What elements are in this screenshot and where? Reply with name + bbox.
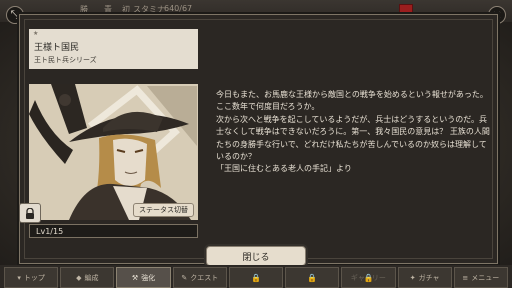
nav-label: 編成 [84,273,99,282]
nav-locked-2[interactable]: 🔒 [285,267,340,288]
card-name-plate: ★ 王様ト国民 王ト民ト兵シリーズ [29,29,198,69]
card-description: 今日もまた、お馬鹿な王様から敵国との戦争を始めるという報せがあった。ここ数年で何… [216,89,494,176]
rarity-star-icon: ★ [33,30,39,37]
top-icon: ▾ [17,273,21,282]
formation-icon: ◆ [76,273,82,282]
nav-label: メニュー [471,273,500,282]
nav-top[interactable]: ▾ トップ [4,267,59,288]
nav-label: ガチャ [418,273,440,282]
bottom-navigation: ▾ トップ ◆ 編成 ⚒ 強化 ✎ クエスト 🔒 🔒 🔒 ギャラリー ✦ ガチャ… [0,265,512,288]
nav-label: トップ [23,273,45,282]
nav-gacha[interactable]: ✦ ガチャ [397,267,452,288]
nav-gallery[interactable]: 🔒 ギャラリー [341,267,396,288]
menu-icon: ≡ [462,273,469,282]
nav-locked-1[interactable]: 🔒 [228,267,284,288]
card-name: 王様ト国民 [34,43,80,53]
level-display: Lv1/15 [29,224,198,238]
gacha-icon: ✦ [409,273,416,282]
close-button[interactable]: 閉じる [206,246,306,266]
description-text: 今日もまた、お馬鹿な王様から敵国との戦争を始めるという報せがあった。ここ数年で何… [216,90,490,174]
nav-label: クエスト [190,273,219,282]
stamina-value: 640/67 [164,4,193,13]
status-toggle-button[interactable]: ステータス切替 [133,203,194,217]
nav-menu[interactable]: ≡ メニュー [453,267,508,288]
nav-label: 強化 [141,273,156,282]
nav-enhance[interactable]: ⚒ 強化 [116,267,171,288]
character-portrait: ステータス切替 [29,84,198,220]
lock-icon: 🔒 [307,273,318,282]
character-illustration [29,84,198,220]
card-series: 王ト民ト兵シリーズ [34,56,97,64]
nav-quest[interactable]: ✎ クエスト [172,267,227,288]
lock-icon[interactable] [19,203,41,223]
nav-formation[interactable]: ◆ 編成 [60,267,115,288]
card-detail-modal: ★ 王様ト国民 王ト民ト兵シリーズ ステータス切替 Lv1/15 今日もまた、お… [19,14,498,264]
nav-label: ギャラリー [350,273,386,282]
enhance-icon: ⚒ [131,273,139,282]
lock-icon: 🔒 [251,273,261,282]
quest-icon: ✎ [181,273,188,282]
